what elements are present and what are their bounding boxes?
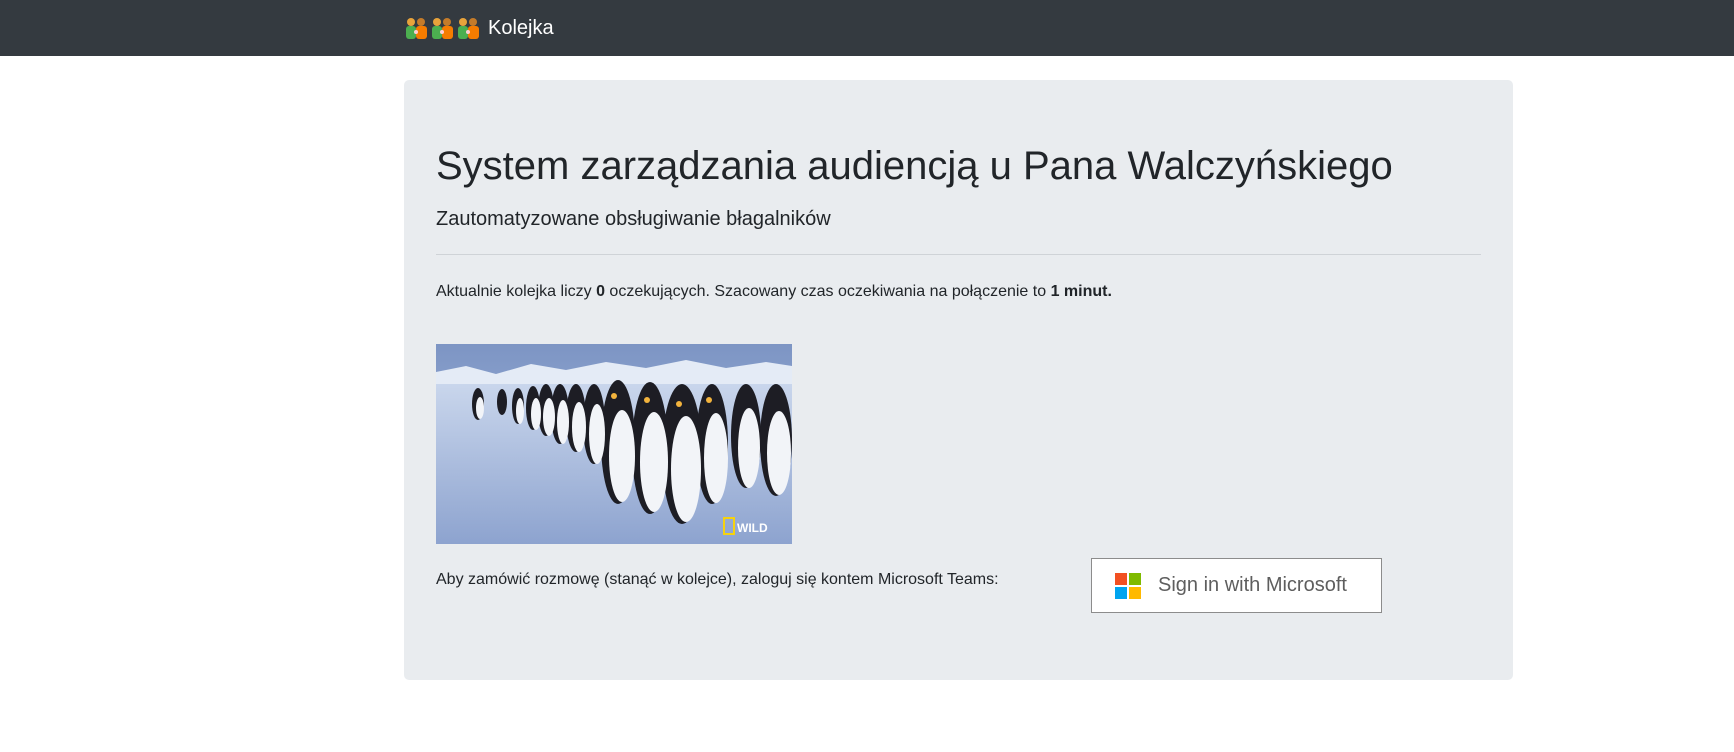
watermark-text: WILD <box>737 521 768 535</box>
person-icon <box>406 18 427 39</box>
queue-text-middle: oczekujących. Szacowany czas oczekiwania… <box>604 283 1051 300</box>
sign-in-label: Sign in with Microsoft <box>1158 574 1347 596</box>
brand-text: Kolejka <box>488 17 554 39</box>
queue-count: 0 <box>596 283 605 300</box>
divider <box>436 254 1481 255</box>
sign-in-microsoft-button[interactable]: Sign in with Microsoft <box>1091 558 1382 613</box>
penguins-image: WILD <box>436 344 792 544</box>
microsoft-logo-icon <box>1115 572 1141 599</box>
login-prompt: Aby zamówić rozmowę (stanąć w kolejce), … <box>436 571 999 588</box>
page-subtitle: Zautomatyzowane obsługiwanie błagalników <box>436 208 831 230</box>
wait-time: 1 minut. <box>1050 283 1112 300</box>
queue-text-start: Aktualnie kolejka liczy <box>436 283 597 300</box>
top-navbar: Kolejka <box>0 0 1734 56</box>
queue-status: Aktualnie kolejka liczy 0 oczekujących. … <box>436 280 1112 304</box>
person-icon <box>432 18 453 39</box>
person-icon <box>458 18 479 39</box>
brand-icons <box>404 16 482 40</box>
navbar-brand[interactable]: Kolejka <box>404 14 554 42</box>
page-title: System zarządzania audiencją u Pana Walc… <box>436 144 1393 188</box>
jumbotron: System zarządzania audiencją u Pana Walc… <box>404 80 1513 680</box>
